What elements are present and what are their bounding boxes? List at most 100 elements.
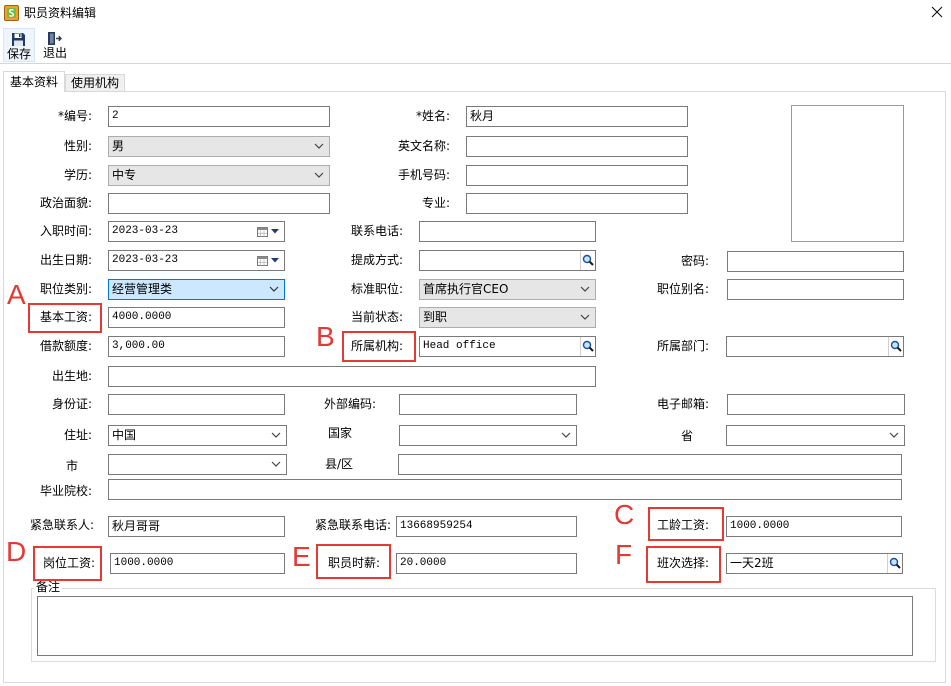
education-value: 中专 [112,168,137,182]
birthplace-label: 出生地: [51,369,92,383]
chevron-down-icon [269,286,279,292]
chevron-down-icon [561,432,571,438]
status-label: 当前状态: [350,310,403,324]
loan-limit-value: 3,000.00 [112,340,165,352]
phone-input[interactable] [419,221,596,242]
loan-limit-input[interactable]: 3,000.00 [108,336,285,357]
annotation-letter-d: D [6,536,27,567]
commission-search-button[interactable] [580,251,595,270]
shift-input[interactable]: 一天2班 [726,553,903,574]
organization-search-button[interactable] [580,337,595,356]
code-value: 2 [112,110,119,122]
annotation-letter-f: F [615,539,633,570]
hourly-wage-value: 20.0000 [400,557,447,569]
base-salary-input[interactable]: 4000.0000 [108,307,285,328]
annotation-box-a [28,303,102,333]
city-label: 市 [66,459,79,473]
education-select[interactable]: 中专 [108,165,330,186]
province-select[interactable] [726,425,905,446]
seniority-pay-value: 1000.0000 [730,520,790,532]
emergency-contact-label: 紧急联系人: [29,518,94,532]
status-value: 到职 [423,310,448,324]
chevron-down-icon [314,172,324,178]
political-input[interactable] [108,193,330,214]
external-code-input[interactable] [399,394,577,415]
name-input[interactable]: 秋月 [466,106,688,127]
dropdown-triangle-icon[interactable] [271,258,279,263]
shift-search-button[interactable] [887,554,902,573]
emergency-phone-value: 13668959254 [400,520,473,532]
position-category-label: 职位类别: [39,282,92,296]
position-category-value: 经营管理类 [112,282,173,296]
address-label: 住址: [63,428,92,442]
commission-input[interactable] [419,250,596,271]
gender-select[interactable]: 男 [108,136,330,157]
department-input[interactable] [726,336,904,357]
code-input[interactable]: 2 [108,106,330,127]
english-name-input[interactable] [466,136,688,157]
calendar-icon[interactable] [257,255,268,266]
id-card-input[interactable] [108,394,285,415]
country-label: 国家 [328,426,353,440]
mobile-input[interactable] [466,165,688,186]
department-label: 所属部门: [656,339,709,353]
organization-input[interactable]: Head office [419,336,596,357]
address-select[interactable]: 中国 [108,425,287,446]
major-label: 专业: [421,196,450,210]
chevron-down-icon [580,286,590,292]
annotation-box-c [648,507,724,541]
emergency-contact-value: 秋月哥哥 [112,519,161,533]
position-category-select[interactable]: 经营管理类 [108,279,285,300]
emergency-contact-input[interactable]: 秋月哥哥 [108,516,285,537]
name-label: *姓名: [415,109,450,123]
hourly-wage-input[interactable]: 20.0000 [396,553,577,574]
country-select[interactable] [399,425,577,446]
photo-box[interactable] [791,105,904,242]
base-salary-value: 4000.0000 [112,311,172,323]
chevron-down-icon [580,314,590,320]
hire-date-label: 入职时间: [39,224,92,238]
annotation-box-e [316,544,391,579]
post-salary-input[interactable]: 1000.0000 [110,553,285,574]
password-label: 密码: [680,254,709,268]
hire-date-picker[interactable]: 2023-03-23 [108,221,285,242]
political-label: 政治面貌: [39,196,92,210]
position-alias-label: 职位别名: [656,282,709,296]
birthplace-input[interactable] [108,366,596,387]
standard-position-value: 首席执行官CEO [423,282,509,296]
phone-label: 联系电话: [350,224,403,238]
department-search-button[interactable] [888,337,903,356]
email-input[interactable] [727,394,905,415]
annotation-letter-e: E [292,541,311,572]
emergency-phone-label: 紧急联系电话: [314,518,391,532]
annotation-box-b [342,331,416,362]
mobile-label: 手机号码: [397,168,450,182]
chevron-down-icon [271,432,281,438]
loan-limit-label: 借款额度: [39,339,92,353]
seniority-pay-input[interactable]: 1000.0000 [726,516,902,537]
annotation-letter-a: A [7,279,26,310]
position-alias-input[interactable] [727,279,904,300]
status-select[interactable]: 到职 [419,307,596,328]
major-input[interactable] [466,193,688,214]
birth-date-picker[interactable]: 2023-03-23 [108,250,285,271]
password-input[interactable] [727,251,904,272]
education-label: 学历: [63,168,92,182]
commission-label: 提成方式: [350,253,403,267]
chevron-down-icon [314,143,324,149]
gender-label: 性别: [63,139,92,153]
id-card-label: 身份证: [51,397,92,411]
address-value: 中国 [112,428,137,442]
school-input[interactable] [108,479,902,500]
county-input[interactable] [398,454,902,475]
city-select[interactable] [108,454,287,475]
annotation-box-d [33,546,102,581]
dropdown-triangle-icon[interactable] [271,229,279,234]
calendar-icon[interactable] [257,226,268,237]
remarks-textarea[interactable] [37,596,913,656]
gender-value: 男 [112,139,125,153]
standard-position-label: 标准职位: [350,282,403,296]
emergency-phone-input[interactable]: 13668959254 [396,516,577,537]
standard-position-select[interactable]: 首席执行官CEO [419,279,596,300]
hire-date-value: 2023-03-23 [112,225,179,237]
